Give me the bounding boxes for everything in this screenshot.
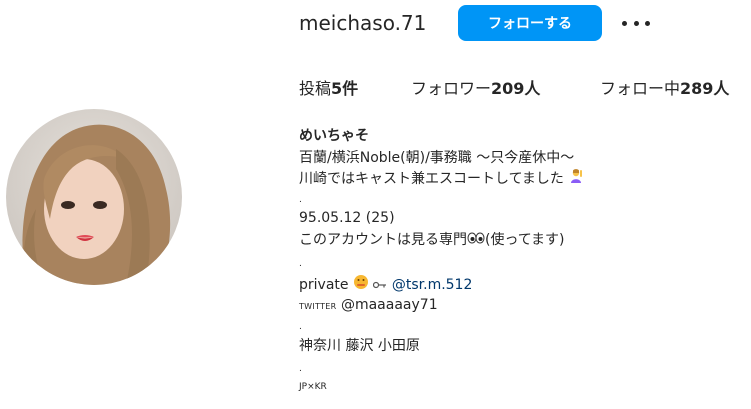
more-dot: [622, 20, 627, 26]
follow-button[interactable]: フォローする: [458, 5, 602, 41]
more-dot: [645, 20, 650, 26]
bio-footer: JP×KR: [299, 382, 327, 392]
more-options-icon[interactable]: [622, 10, 650, 36]
bio-dot-2: .: [299, 259, 302, 269]
bio-birthday: 95.05.12 (25): [299, 210, 395, 226]
private-label: private: [299, 277, 349, 293]
eyes-icon: [467, 230, 485, 250]
username: meichaso.71: [299, 11, 427, 35]
bio-line-kawasaki-text: 川崎ではキャスト兼エスコートしてました: [299, 171, 564, 187]
posts-label: 投稿: [299, 79, 332, 98]
zipper-mouth-face-icon: [353, 274, 369, 296]
twitter-label: TWITTER: [299, 302, 337, 311]
bio-line-watch: このアカウントは見る専門 (使ってます): [299, 230, 565, 250]
followers-stat[interactable]: フォロワー209人: [411, 77, 540, 101]
bio-private: private @tsr.m.512: [299, 274, 472, 296]
posts-stat: 投稿5件: [299, 77, 358, 101]
display-name: めいちゃそ: [299, 128, 369, 144]
following-label: フォロー中: [600, 79, 681, 98]
followers-count: 209人: [491, 79, 541, 98]
bio-line-workplace: 百蘭/横浜Noble(朝)/事務職 ～只今産休中～: [299, 150, 575, 166]
key-icon: [373, 275, 387, 295]
person-raising-hand-icon: [568, 168, 584, 190]
bio-line-watch-b: (使ってます): [485, 232, 565, 248]
following-count: 289人: [680, 79, 730, 98]
posts-count: 5件: [331, 79, 359, 98]
following-stat[interactable]: フォロー中289人: [600, 77, 729, 101]
bio-dot-3: .: [299, 322, 302, 332]
bio-dot-4: .: [299, 364, 302, 374]
bio-location: 神奈川 藤沢 小田原: [299, 338, 420, 354]
profile-stats: 投稿5件 フォロワー209人 フォロー中289人: [0, 77, 751, 101]
avatar[interactable]: [6, 109, 182, 285]
more-dot: [633, 20, 639, 26]
twitter-handle: @maaaaay71: [340, 297, 438, 313]
followers-label: フォロワー: [411, 79, 492, 98]
private-account-link[interactable]: @tsr.m.512: [392, 277, 473, 293]
bio-line-watch-a: このアカウントは見る専門: [299, 232, 467, 248]
bio-line-kawasaki: 川崎ではキャスト兼エスコートしてました: [299, 168, 584, 190]
bio-dot-1: .: [299, 195, 302, 205]
bio-twitter: TWITTER @maaaaay71: [299, 295, 438, 317]
